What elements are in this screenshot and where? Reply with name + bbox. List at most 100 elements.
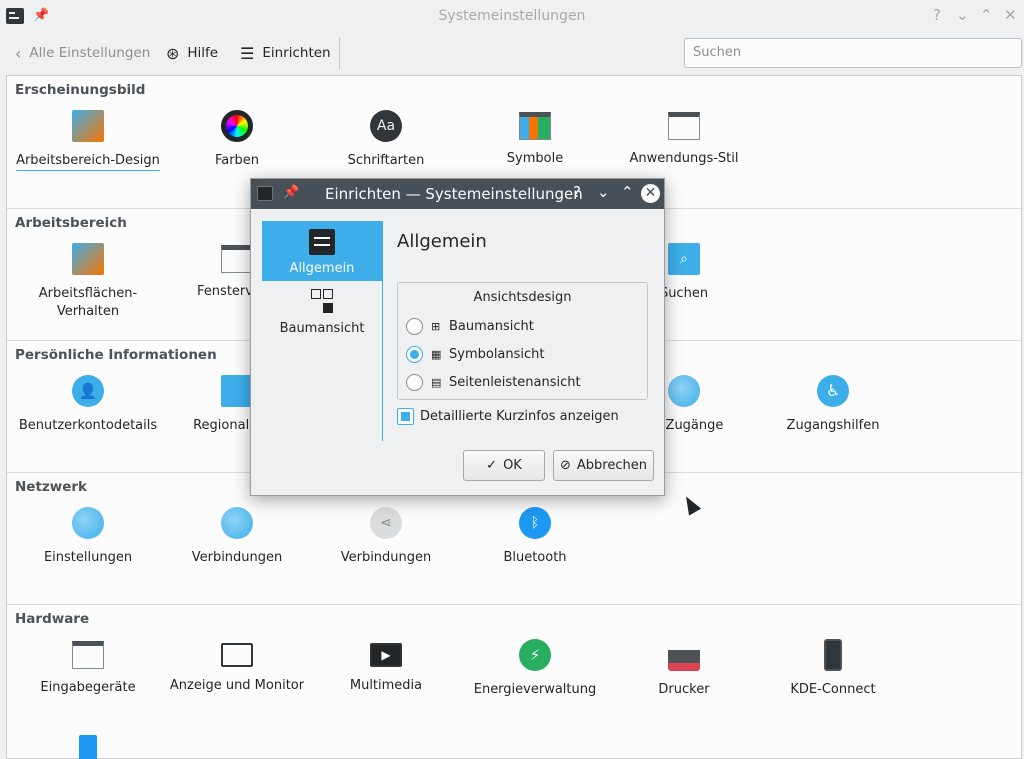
item-label: Bluetooth <box>503 550 567 565</box>
item-label: Anzeige und Monitor <box>169 678 305 693</box>
tree-view-icon <box>309 289 335 315</box>
item-connections[interactable]: Verbindungen <box>162 507 312 567</box>
sidebar-item-general[interactable]: Allgemein <box>262 221 382 281</box>
smartphone-icon <box>824 639 842 671</box>
item-workspace-theme[interactable]: Arbeitsbereich-Design <box>13 110 163 171</box>
item-label: Arbeitsbereich-Design <box>16 152 160 171</box>
item-desktop-behavior[interactable]: Arbeitsflächen- Verhalten <box>13 243 163 321</box>
configure-dialog: 📌 Einrichten — Systemeinstellungen ? ⌄ ⌃… <box>250 178 665 496</box>
sidebar-item-tree-view[interactable]: Baumansicht <box>262 281 382 341</box>
user-account-icon: 👤 <box>72 375 104 407</box>
section-hardware: Hardware Eingabegeräte Anzeige und Monit… <box>7 604 1023 759</box>
page-title: Allgemein <box>397 231 487 252</box>
multimedia-icon: ▶ <box>370 643 402 667</box>
ok-button[interactable]: ✓ OK <box>463 450 545 481</box>
display-monitor-icon <box>221 643 253 667</box>
regional-settings-icon <box>221 375 253 407</box>
item-accessibility[interactable]: ♿ Zugangshilfen <box>758 375 908 435</box>
group-title: Ansichtsdesign <box>473 290 572 305</box>
radio-label: Seitenleistenansicht <box>449 375 581 390</box>
window-titlebar: 📌 Systemeinstellungen ? ⌄ ⌃ ✕ <box>0 0 1024 35</box>
section-title: Netzwerk <box>15 479 88 495</box>
radio-icon-view[interactable]: ▦ Symbolansicht <box>406 346 545 363</box>
item-bluetooth[interactable]: ᛒ Bluetooth <box>460 507 610 567</box>
radio-button[interactable] <box>406 318 423 335</box>
item-label: Benutzerkontodetails <box>18 418 158 433</box>
workspace-theme-icon <box>72 110 104 142</box>
item-colors[interactable]: Farben <box>162 110 312 170</box>
ok-label: OK <box>503 458 522 473</box>
item-fonts[interactable]: Aa Schriftarten <box>311 110 461 170</box>
item-removable-storage[interactable] <box>13 735 163 759</box>
item-label: Arbeitsflächen- Verhalten <box>38 286 138 319</box>
icon-view-icon: ▦ <box>431 347 442 361</box>
close-icon[interactable]: ✕ <box>1004 6 1017 24</box>
item-power-management[interactable]: ⚡ Energieverwaltung <box>460 639 610 699</box>
help-button[interactable]: ⊛ Hilfe <box>166 43 218 63</box>
chevron-left-icon: ‹ <box>15 43 22 63</box>
checkbox[interactable] <box>397 408 414 425</box>
item-label: KDE-Connect <box>790 682 876 697</box>
bluetooth-icon: ᛒ <box>519 507 551 539</box>
detailed-tooltips-checkbox[interactable]: Detaillierte Kurzinfos anzeigen <box>397 408 619 425</box>
tree-view-icon: ⊞ <box>431 319 441 333</box>
item-label: Anwendungs-Stil <box>629 151 739 166</box>
maximize-icon[interactable]: ⌃ <box>621 183 634 201</box>
view-style-group: Ansichtsdesign ⊞ Baumansicht ▦ Symbolans… <box>397 282 648 400</box>
help-icon[interactable]: ? <box>573 183 581 201</box>
item-label: Drucker <box>658 682 710 697</box>
radio-sidebar-view[interactable]: ▤ Seitenleistenansicht <box>406 374 581 391</box>
desktop-behavior-icon <box>72 243 104 275</box>
application-style-icon <box>668 112 700 140</box>
cancel-button[interactable]: ⊘ Abbrechen <box>553 450 654 481</box>
dialog-app-icon[interactable] <box>257 186 273 201</box>
item-multimedia[interactable]: ▶ Multimedia <box>311 639 461 695</box>
radio-label: Baumansicht <box>449 319 534 334</box>
help-icon[interactable]: ? <box>933 6 941 24</box>
toolbar: ‹ Alle Einstellungen ⊛ Hilfe ☰ Einrichte… <box>0 35 1024 71</box>
cancel-label: Abbrechen <box>576 458 647 473</box>
back-button[interactable]: ‹ Alle Einstellungen <box>15 43 150 63</box>
item-label: Symbole <box>506 151 564 166</box>
lifebuoy-icon: ⊛ <box>166 43 180 63</box>
item-sharing-connections[interactable]: ⋖ Verbindungen <box>311 507 461 567</box>
item-label: Verbindungen <box>340 550 432 565</box>
minimize-icon[interactable]: ⌄ <box>956 6 969 24</box>
item-display-monitor[interactable]: Anzeige und Monitor <box>162 639 312 695</box>
close-icon[interactable]: ✕ <box>641 184 660 203</box>
checkmark-icon: ✓ <box>486 458 498 473</box>
hamburger-menu-icon: ☰ <box>240 43 255 63</box>
sidebar-item-label: Baumansicht <box>279 321 365 336</box>
radio-button[interactable] <box>406 346 423 363</box>
help-label: Hilfe <box>187 45 219 61</box>
network-settings-icon <box>72 507 104 539</box>
item-label: Einstellungen <box>43 550 133 565</box>
search-input[interactable]: Suchen <box>684 38 1022 68</box>
radio-button[interactable] <box>406 374 423 391</box>
item-label: Farben <box>214 153 260 168</box>
section-title: Erscheinungsbild <box>15 82 146 98</box>
dialog-sidebar: Allgemein Baumansicht <box>262 221 383 441</box>
cancel-icon: ⊘ <box>560 458 571 473</box>
radio-tree-view[interactable]: ⊞ Baumansicht <box>406 318 534 335</box>
toolbar-separator <box>339 37 340 69</box>
item-printer[interactable]: Drucker <box>609 639 759 699</box>
configure-button[interactable]: ☰ Einrichten <box>240 43 331 63</box>
printer-icon <box>668 639 700 671</box>
window-management-icon <box>221 245 253 273</box>
dialog-title: Einrichten — Systemeinstellungen <box>325 185 583 203</box>
item-application-style[interactable]: Anwendungs-Stil <box>609 110 759 168</box>
item-user-account[interactable]: 👤 Benutzerkontodetails <box>13 375 163 435</box>
item-input-devices[interactable]: Eingabegeräte <box>13 639 163 697</box>
item-network-settings[interactable]: Einstellungen <box>13 507 163 567</box>
power-icon: ⚡ <box>519 639 551 671</box>
minimize-icon[interactable]: ⌄ <box>597 183 610 201</box>
search-icon: ⌕ <box>668 243 700 275</box>
item-kde-connect[interactable]: KDE-Connect <box>758 639 908 699</box>
pin-icon[interactable]: 📌 <box>283 185 299 200</box>
maximize-icon[interactable]: ⌃ <box>980 6 993 24</box>
sidebar-item-label: Allgemein <box>289 261 355 276</box>
colors-icon <box>221 110 253 142</box>
connections-icon <box>221 507 253 539</box>
item-icons[interactable]: Symbole <box>460 110 610 168</box>
